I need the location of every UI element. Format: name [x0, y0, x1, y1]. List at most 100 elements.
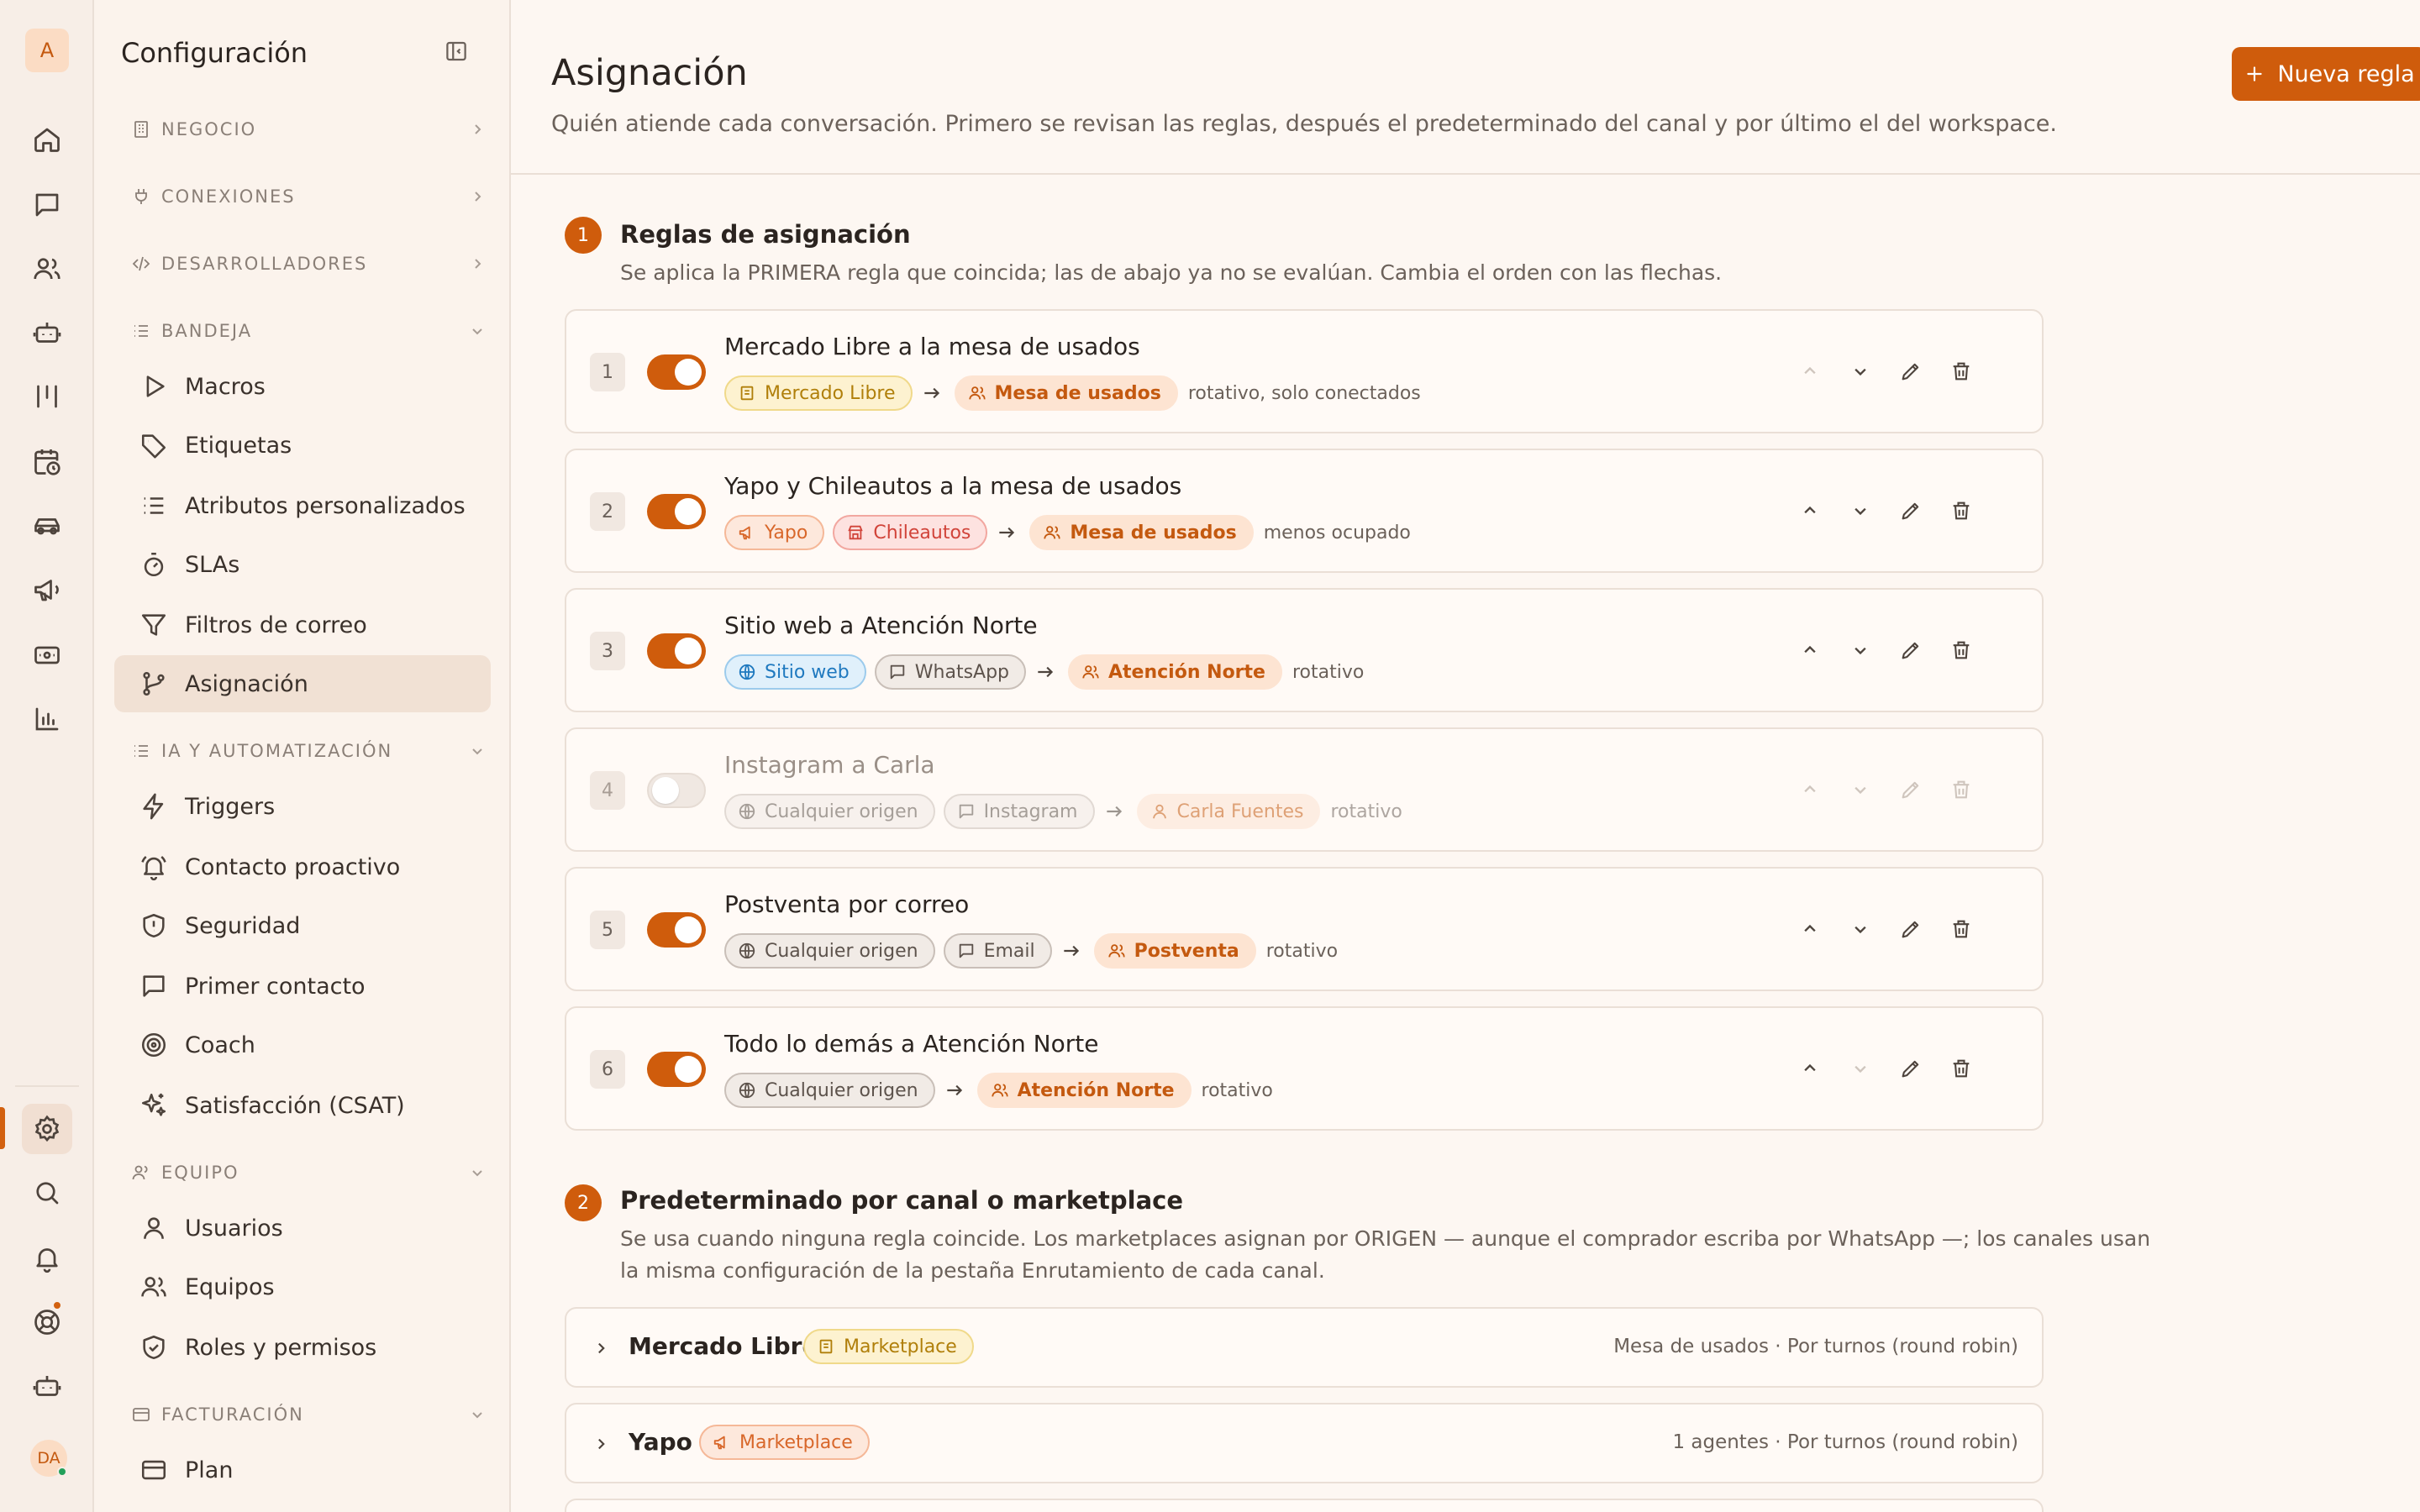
- delete-button[interactable]: [1944, 354, 1978, 388]
- message-square-icon: [959, 804, 973, 819]
- settings-icon[interactable]: [22, 1104, 72, 1154]
- chat-icon[interactable]: [22, 180, 72, 230]
- rule-name: Instagram a Carla: [724, 751, 935, 779]
- move-down-button[interactable]: [1844, 1052, 1877, 1085]
- sidebar-item-atributos[interactable]: Atributos personalizados: [114, 477, 491, 534]
- rule-number: 5: [590, 911, 625, 949]
- sidebar-item-triggers[interactable]: Triggers: [114, 778, 491, 835]
- section-label: BANDEJA: [161, 321, 253, 341]
- chart-icon[interactable]: [22, 694, 72, 744]
- channel-row[interactable]: [565, 1499, 2044, 1512]
- sidebar-item-macros[interactable]: Macros: [114, 358, 491, 415]
- sidebar-item-contacto[interactable]: Contacto proactivo: [114, 838, 491, 895]
- new-rule-button[interactable]: Nueva regla: [2232, 47, 2420, 101]
- message-square-icon: [959, 943, 973, 958]
- move-up-button[interactable]: [1793, 494, 1827, 528]
- plus-icon: [2247, 66, 2262, 81]
- move-down-button[interactable]: [1844, 912, 1877, 946]
- help-icon[interactable]: [22, 1297, 72, 1347]
- step-number: 2: [565, 1184, 602, 1221]
- sidebar-item-coach[interactable]: Coach: [114, 1016, 491, 1074]
- assistant-bot-icon[interactable]: [22, 1361, 72, 1411]
- move-down-button[interactable]: [1844, 773, 1877, 806]
- chevron-right-icon: [598, 1438, 605, 1450]
- move-down-button[interactable]: [1844, 354, 1877, 388]
- delete-button[interactable]: [1944, 494, 1978, 528]
- sidebar-item-primer[interactable]: Primer contacto: [114, 958, 491, 1015]
- section-desarrolladores[interactable]: DESARROLLADORES: [131, 247, 481, 281]
- pencil-icon: [1902, 363, 1919, 381]
- sidebar-item-usuarios[interactable]: Usuarios: [114, 1200, 491, 1257]
- edit-button[interactable]: [1894, 354, 1928, 388]
- chevron-down-icon: [472, 748, 482, 755]
- delete-button[interactable]: [1944, 1052, 1978, 1085]
- section-label: CONEXIONES: [161, 186, 296, 207]
- ticket-icon[interactable]: [22, 630, 72, 680]
- kanban-icon[interactable]: [22, 371, 72, 422]
- sidebar-item-seguridad[interactable]: Seguridad: [114, 897, 491, 954]
- move-up-button[interactable]: [1793, 633, 1827, 667]
- delete-button[interactable]: [1944, 773, 1978, 806]
- section-subtitle: Se usa cuando ninguna regla coincide. Lo…: [620, 1226, 2151, 1251]
- bell-icon[interactable]: [22, 1233, 72, 1284]
- edit-button[interactable]: [1894, 494, 1928, 528]
- rule-toggle[interactable]: [647, 494, 706, 529]
- sidebar-item-asignacion[interactable]: Asignación: [114, 655, 491, 712]
- sidebar-item-plan[interactable]: Plan: [114, 1441, 491, 1499]
- megaphone-icon[interactable]: [22, 564, 72, 615]
- sidebar-item-equipos[interactable]: Equipos: [114, 1258, 491, 1315]
- calendar-clock-icon[interactable]: [22, 437, 72, 487]
- rule-toggle[interactable]: [647, 912, 706, 948]
- rule-toggle[interactable]: [647, 1052, 706, 1087]
- channel-info: 1 agentes · Por turnos (round robin): [1672, 1431, 2018, 1453]
- section-bandeja[interactable]: BANDEJA: [131, 314, 482, 348]
- team-chip: Atención Norte: [976, 1073, 1192, 1108]
- rule-actions: [1793, 633, 1978, 667]
- section-equipo[interactable]: EQUIPO: [131, 1156, 482, 1189]
- section-conexiones[interactable]: CONEXIONES: [131, 180, 481, 213]
- delete-button[interactable]: [1944, 633, 1978, 667]
- pencil-icon: [1902, 642, 1919, 659]
- move-up-button[interactable]: [1793, 773, 1827, 806]
- home-icon[interactable]: [22, 114, 72, 165]
- edit-button[interactable]: [1894, 912, 1928, 946]
- rule-toggle[interactable]: [647, 773, 706, 808]
- search-icon[interactable]: [22, 1168, 72, 1218]
- move-up-button[interactable]: [1793, 912, 1827, 946]
- pencil-icon: [1902, 921, 1919, 938]
- rule-actions: [1793, 912, 1978, 946]
- move-down-button[interactable]: [1844, 494, 1877, 528]
- bot-icon[interactable]: [22, 307, 72, 358]
- sidebar-item-etiquetas[interactable]: Etiquetas: [114, 417, 491, 474]
- edit-button[interactable]: [1894, 773, 1928, 806]
- section-ia[interactable]: IA Y AUTOMATIZACIÓN: [131, 734, 482, 768]
- car-icon[interactable]: [22, 501, 72, 551]
- workspace-logo[interactable]: A: [25, 29, 69, 72]
- rule-toggle[interactable]: [647, 633, 706, 669]
- move-up-button[interactable]: [1793, 1052, 1827, 1085]
- delete-button[interactable]: [1944, 912, 1978, 946]
- edit-button[interactable]: [1894, 1052, 1928, 1085]
- rule-name: Postventa por correo: [724, 890, 970, 918]
- collapse-sidebar-icon[interactable]: [444, 39, 477, 72]
- arrow-right-icon: [1103, 799, 1128, 824]
- move-down-button[interactable]: [1844, 633, 1877, 667]
- sidebar-item-roles[interactable]: Roles y permisos: [114, 1319, 491, 1376]
- sidebar-item-label: Triggers: [185, 793, 276, 820]
- chevron-down-icon: [1854, 647, 1866, 655]
- channel-row[interactable]: Yapo Marketplace 1 agentes · Por turnos …: [565, 1403, 2044, 1483]
- user-icon: [1152, 804, 1166, 819]
- sidebar-item-slas[interactable]: SLAs: [114, 536, 491, 593]
- edit-button[interactable]: [1894, 633, 1928, 667]
- rule-toggle[interactable]: [647, 354, 706, 390]
- section-facturacion[interactable]: FACTURACIÓN: [131, 1398, 482, 1431]
- rule-number: 2: [590, 492, 625, 531]
- section-label: NEGOCIO: [161, 119, 257, 139]
- channel-row[interactable]: Mercado Libre Marketplace Mesa de usados…: [565, 1307, 2044, 1388]
- sidebar-item-csat[interactable]: Satisfacción (CSAT): [114, 1077, 491, 1134]
- pencil-icon: [1902, 1060, 1919, 1078]
- contacts-icon[interactable]: [22, 244, 72, 294]
- sidebar-item-filtros[interactable]: Filtros de correo: [114, 596, 491, 654]
- move-up-button[interactable]: [1793, 354, 1827, 388]
- section-negocio[interactable]: NEGOCIO: [131, 113, 481, 146]
